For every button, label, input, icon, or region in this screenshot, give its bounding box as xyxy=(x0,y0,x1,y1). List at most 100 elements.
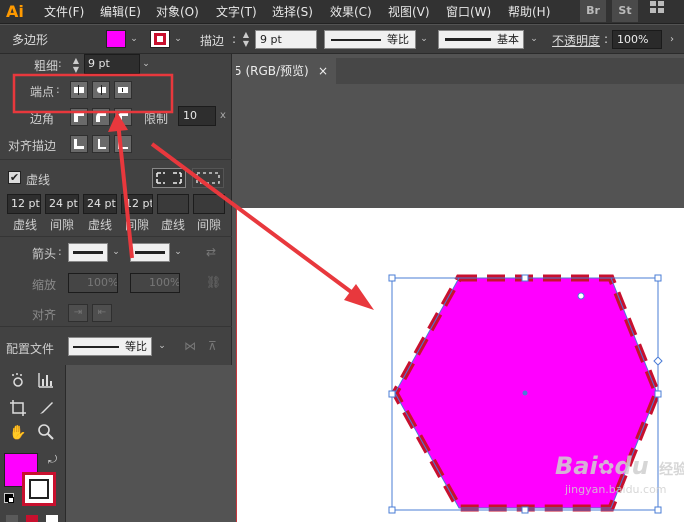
weight-input[interactable]: 9 pt xyxy=(84,54,140,74)
panel-divider-3 xyxy=(0,326,232,327)
watermark-cn: 经验 xyxy=(659,462,684,478)
color-mode-icon[interactable] xyxy=(6,515,18,522)
panel-divider xyxy=(0,159,232,160)
unlink-scale-icon[interactable]: ⛓ xyxy=(206,275,221,289)
stock-icon[interactable]: St xyxy=(612,0,638,22)
swap-arrows-icon[interactable]: ⇄ xyxy=(206,245,216,259)
stroke-label: 描边 xyxy=(200,34,225,48)
column-graph-icon[interactable] xyxy=(36,371,56,391)
projecting-cap-icon[interactable] xyxy=(114,81,132,99)
align-dash-icon[interactable] xyxy=(192,168,224,188)
grid-layout-icon[interactable] xyxy=(644,0,670,22)
gap-input-1[interactable]: 24 pt xyxy=(45,194,79,214)
menu-effect[interactable]: 效果(C) xyxy=(330,0,372,24)
arrow-tip-place-icon[interactable]: ⇤ xyxy=(92,304,112,322)
handle-mid-left[interactable] xyxy=(388,390,396,398)
hand-tool-icon[interactable]: ✋ xyxy=(8,423,28,443)
menu-edit[interactable]: 编辑(E) xyxy=(100,0,141,24)
flip-along-icon[interactable]: ⋈ xyxy=(184,339,196,353)
gap-input-3[interactable] xyxy=(193,194,225,214)
stroke-colon: : xyxy=(232,32,237,46)
stroke-weight-stepper[interactable]: ▲ ▼ xyxy=(240,30,252,49)
diamond-widget[interactable] xyxy=(653,356,663,366)
brush-definition[interactable]: 基本 xyxy=(438,30,524,49)
none-mode-icon[interactable] xyxy=(46,515,58,522)
opacity-label[interactable]: 不透明度 xyxy=(552,32,600,49)
stroke-color-swatch[interactable] xyxy=(22,472,56,506)
handle-top-mid[interactable] xyxy=(521,274,529,282)
weight-colon: : xyxy=(58,57,62,70)
arrow-tip-extend-icon[interactable]: ⇥ xyxy=(68,304,88,322)
opacity-colon: : xyxy=(604,32,609,46)
round-cap-icon[interactable] xyxy=(92,81,110,99)
slice-tool-icon[interactable] xyxy=(36,399,56,419)
dash-input-2[interactable]: 24 pt xyxy=(83,194,117,214)
artboard-tool-icon[interactable] xyxy=(8,399,28,419)
bevel-join-icon[interactable] xyxy=(114,108,132,126)
menu-help[interactable]: 帮助(H) xyxy=(508,0,550,24)
watermark-du: du xyxy=(614,452,649,480)
limit-input[interactable]: 10 xyxy=(178,106,216,126)
fill-dropdown[interactable]: ⌄ xyxy=(128,30,140,49)
close-tab-icon[interactable]: × xyxy=(318,58,328,84)
handle-top-left[interactable] xyxy=(388,274,396,282)
align-inside-icon[interactable] xyxy=(92,135,110,153)
preserve-dash-icon[interactable] xyxy=(152,168,186,188)
arrow-start-select[interactable] xyxy=(68,243,108,262)
stroke-weight-field[interactable]: 9 pt xyxy=(255,30,317,49)
symbol-sprayer-icon[interactable] xyxy=(8,371,28,391)
scale-end-input[interactable]: 100% xyxy=(130,273,180,293)
fill-swatch[interactable] xyxy=(106,30,126,48)
align-outside-icon[interactable] xyxy=(114,135,132,153)
align-center-icon[interactable] xyxy=(70,135,88,153)
profile-select-dropdown[interactable]: ⌄ xyxy=(156,337,168,356)
dash-sublabel-3: 虚线 xyxy=(160,218,185,232)
menu-object[interactable]: 对象(O) xyxy=(156,0,199,24)
handle-bottom-mid[interactable] xyxy=(521,506,529,514)
opacity-arrow-icon[interactable]: › xyxy=(666,30,678,49)
gap-input-2[interactable]: 12 pt xyxy=(121,194,153,214)
control-bar: 多边形 ⌄ ⌄ 描边 : ▲ ▼ 9 pt 等比 ⌄ 基本 ⌄ 不透明度 : 10… xyxy=(0,25,684,54)
flip-across-icon[interactable]: ⊼ xyxy=(208,339,217,353)
round-join-icon[interactable] xyxy=(92,108,110,126)
menu-type[interactable]: 文字(T) xyxy=(216,0,257,24)
gradient-mode-icon[interactable] xyxy=(26,515,38,522)
bridge-icon[interactable]: Br xyxy=(580,0,606,22)
menu-window[interactable]: 窗口(W) xyxy=(446,0,491,24)
artboard[interactable]: Bai✿du 经验 jingyan.baidu.com xyxy=(236,208,684,522)
variable-width-profile[interactable]: 等比 xyxy=(324,30,416,49)
arrow-end-dropdown[interactable]: ⌄ xyxy=(172,243,184,262)
handle-bottom-left[interactable] xyxy=(388,506,396,514)
arrow-end-select[interactable] xyxy=(130,243,170,262)
miter-join-icon[interactable] xyxy=(70,108,88,126)
weight-stepper[interactable]: ▲ ▼ xyxy=(70,56,82,75)
handle-bottom-right[interactable] xyxy=(654,506,662,514)
menu-file[interactable]: 文件(F) xyxy=(44,0,84,24)
zoom-tool-icon[interactable] xyxy=(36,423,56,443)
arrow-start-dropdown[interactable]: ⌄ xyxy=(110,243,122,262)
handle-top-right[interactable] xyxy=(654,274,662,282)
limit-times-icon: x xyxy=(220,110,226,121)
dash-input-3[interactable] xyxy=(157,194,189,214)
butt-cap-icon[interactable] xyxy=(70,81,88,99)
dashed-checkbox[interactable]: ✔ xyxy=(8,171,21,184)
side-widget[interactable] xyxy=(577,292,585,300)
profile-select[interactable]: 等比 xyxy=(68,337,152,356)
opacity-field[interactable]: 100% xyxy=(612,30,662,49)
scale-start-input[interactable]: 100% xyxy=(68,273,118,293)
profile-dropdown[interactable]: ⌄ xyxy=(418,30,430,49)
brush-dropdown[interactable]: ⌄ xyxy=(528,30,540,49)
stroke-dropdown[interactable]: ⌄ xyxy=(172,30,184,49)
menu-view[interactable]: 视图(V) xyxy=(388,0,430,24)
pasteboard xyxy=(232,84,684,208)
menu-select[interactable]: 选择(S) xyxy=(272,0,313,24)
weight-dropdown[interactable]: ⌄ xyxy=(140,55,152,74)
handle-mid-right[interactable] xyxy=(654,390,662,398)
dash-sublabel-1: 虚线 xyxy=(12,218,37,232)
dash-input-1[interactable]: 12 pt xyxy=(7,194,41,214)
default-colors-icon[interactable] xyxy=(4,493,14,503)
stroke-swatch[interactable] xyxy=(150,30,170,48)
document-tab[interactable]: 5 (RGB/预览) × xyxy=(232,58,336,84)
align-stroke-label: 对齐描边 xyxy=(8,139,57,153)
swap-fill-stroke-icon[interactable]: ⤾ xyxy=(48,453,57,467)
